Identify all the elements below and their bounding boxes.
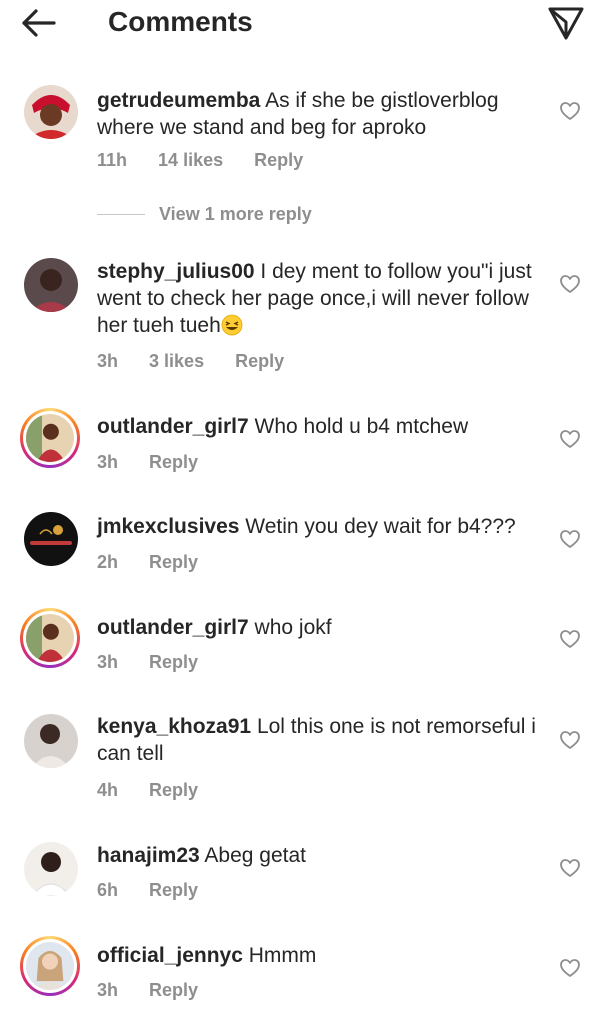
comment-likes[interactable]: 3 likes [149, 351, 204, 371]
reply-button[interactable]: Reply [149, 652, 198, 672]
comment-time: 11h [97, 150, 128, 170]
comment-time: 6h [97, 880, 119, 900]
comment-meta: 3h Reply [97, 651, 224, 673]
avatar[interactable] [24, 258, 78, 312]
back-arrow-icon[interactable] [20, 6, 60, 40]
comment-body: Hmmm [248, 944, 317, 967]
header: Comments [0, 0, 612, 48]
reply-button[interactable]: Reply [149, 452, 198, 472]
comment-username[interactable]: official_jennyc [97, 944, 243, 967]
heart-icon[interactable] [559, 958, 581, 978]
avatar [26, 614, 74, 662]
divider [97, 213, 145, 215]
reply-button[interactable]: Reply [149, 552, 198, 572]
comment-text: hanajim23 Abeg getat [97, 842, 542, 869]
avatar[interactable] [24, 512, 78, 566]
comment-body: Abeg getat [204, 844, 306, 867]
view-more-replies-button[interactable]: View 1 more reply [97, 202, 312, 226]
comment-time: 3h [97, 351, 119, 371]
heart-icon[interactable] [559, 529, 581, 549]
view-more-replies-label: View 1 more reply [159, 203, 312, 224]
comment-meta: 3h 3 likes Reply [97, 350, 310, 372]
reply-button[interactable]: Reply [149, 780, 198, 800]
avatar[interactable] [24, 85, 78, 139]
comment-username[interactable]: getrudeumemba [97, 89, 260, 112]
comment-text: getrudeumemba As if she be gistloverblog… [97, 87, 542, 141]
comment-meta: 11h 14 likes Reply [97, 149, 329, 171]
avatar[interactable] [24, 714, 78, 768]
comment-username[interactable]: kenya_khoza91 [97, 715, 251, 738]
reply-button[interactable]: Reply [254, 150, 303, 170]
comment-text: outlander_girl7 Who hold u b4 mtchew [97, 413, 542, 440]
comment-text: stephy_julius00 I dey ment to follow you… [97, 258, 542, 339]
comment-meta: 6h Reply [97, 879, 224, 901]
comment-body: Who hold u b4 mtchew [254, 415, 469, 438]
heart-icon[interactable] [559, 429, 581, 449]
comment-meta: 3h Reply [97, 979, 224, 1001]
comment-username[interactable]: hanajim23 [97, 844, 200, 867]
send-icon[interactable] [546, 4, 586, 42]
avatar-story-ring[interactable] [20, 408, 80, 468]
heart-icon[interactable] [559, 629, 581, 649]
comment-time: 2h [97, 552, 119, 572]
comment-username[interactable]: jmkexclusives [97, 515, 239, 538]
comment-time: 3h [97, 452, 119, 472]
comment-username[interactable]: stephy_julius00 [97, 260, 255, 283]
comment-likes[interactable]: 14 likes [158, 150, 223, 170]
heart-icon[interactable] [559, 274, 581, 294]
comment-body: Wetin you dey wait for b4??? [245, 515, 516, 538]
reply-button[interactable]: Reply [235, 351, 284, 371]
avatar-story-ring[interactable] [20, 936, 80, 996]
avatar[interactable] [24, 842, 78, 896]
reply-button[interactable]: Reply [149, 980, 198, 1000]
page-title: Comments [108, 6, 253, 37]
comment-username[interactable]: outlander_girl7 [97, 616, 249, 639]
grinning-squinting-face-emoji [221, 314, 243, 336]
avatar-story-ring[interactable] [20, 608, 80, 668]
heart-icon[interactable] [559, 858, 581, 878]
comment-text: kenya_khoza91 Lol this one is not remors… [97, 713, 542, 767]
comment-meta: 2h Reply [97, 551, 224, 573]
comment-time: 4h [97, 780, 119, 800]
comment-text: outlander_girl7 who jokf [97, 614, 542, 641]
comment-meta: 4h Reply [97, 779, 224, 801]
comment-time: 3h [97, 652, 119, 672]
heart-icon[interactable] [559, 730, 581, 750]
comment-time: 3h [97, 980, 119, 1000]
heart-icon[interactable] [559, 101, 581, 121]
comment-username[interactable]: outlander_girl7 [97, 415, 249, 438]
reply-button[interactable]: Reply [149, 880, 198, 900]
comment-body: who jokf [254, 616, 332, 639]
comment-text: jmkexclusives Wetin you dey wait for b4?… [97, 513, 542, 540]
avatar [26, 942, 74, 990]
comment-text: official_jennyc Hmmm [97, 942, 542, 969]
comment-meta: 3h Reply [97, 451, 224, 473]
avatar [26, 414, 74, 462]
